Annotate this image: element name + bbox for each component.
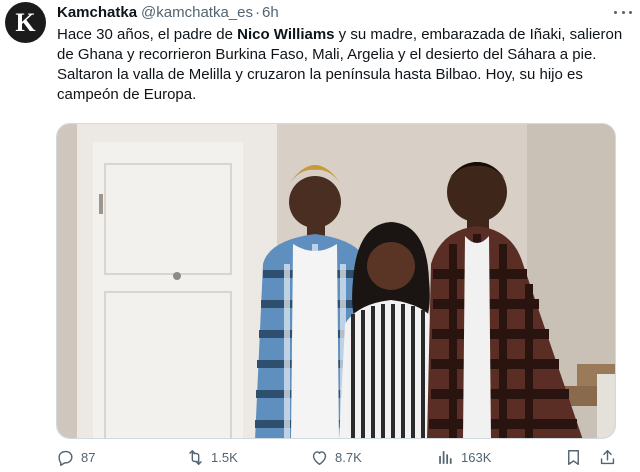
more-icon[interactable]	[614, 6, 632, 18]
view-count: 163K	[461, 449, 492, 465]
tweet-header: Kamchatka @kamchatka_es · 6h	[57, 1, 279, 23]
avatar[interactable]: K	[5, 2, 46, 43]
bookmark-icon	[568, 449, 579, 465]
tweet-text: Hace 30 años, el padre de Nico Williams …	[57, 25, 637, 105]
views-icon	[439, 450, 452, 464]
reply-button[interactable]: 87	[56, 446, 95, 468]
views-button[interactable]: 163K	[436, 446, 491, 468]
reply-icon	[58, 450, 73, 466]
mention-name: Nico Williams	[237, 26, 335, 43]
retweet-button[interactable]: 1.5K	[186, 446, 238, 468]
action-bar: 87 1.5K 8.7K 163K	[56, 446, 640, 468]
retweet-count: 1.5K	[211, 449, 238, 465]
user-handle[interactable]: @kamchatka_es	[141, 4, 253, 21]
reply-count: 87	[81, 449, 96, 465]
share-icon	[600, 449, 615, 464]
share-button[interactable]	[598, 446, 617, 468]
tweet-text-part: Hace 30 años, el padre de	[57, 26, 238, 43]
bookmark-button[interactable]	[564, 446, 583, 468]
retweet-icon	[189, 449, 202, 465]
header-separator: ·	[255, 3, 260, 21]
avatar-logo-letter: K	[15, 7, 36, 37]
like-count: 8.7K	[335, 449, 362, 465]
timestamp[interactable]: 6h	[262, 4, 279, 21]
tweet[interactable]: K Kamchatka @kamchatka_es · 6h Hace 30 a…	[0, 0, 640, 472]
like-button[interactable]: 8.7K	[310, 446, 362, 468]
like-icon	[312, 450, 327, 465]
display-name[interactable]: Kamchatka	[57, 4, 137, 21]
tweet-photo[interactable]	[56, 123, 616, 439]
